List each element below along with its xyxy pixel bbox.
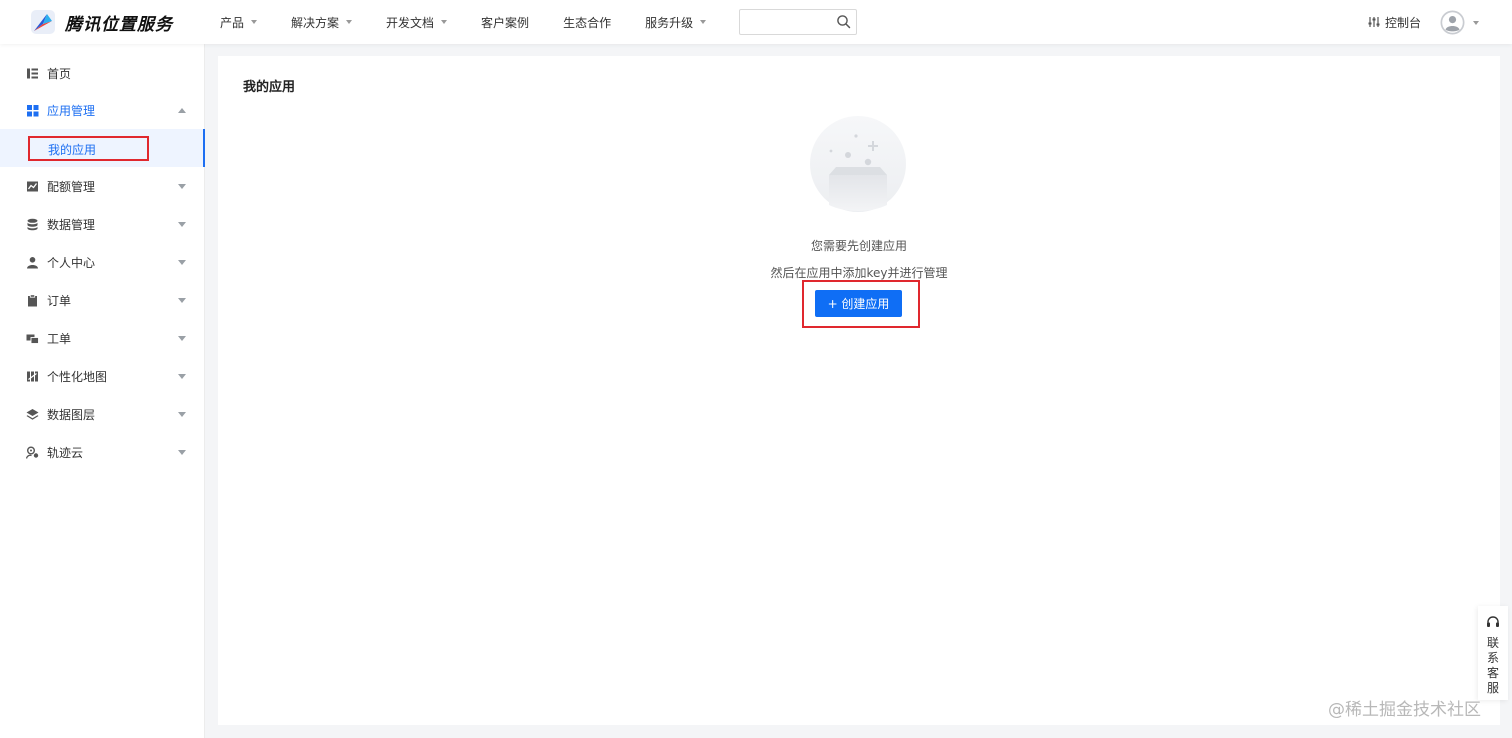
sidebar-item-label: 数据管理 (47, 217, 96, 232)
chevron-up-icon (178, 107, 186, 113)
nav-label: 客户案例 (481, 15, 530, 30)
search-box (739, 9, 857, 35)
sidebar-item-data-layers[interactable]: 数据图层 (0, 395, 205, 433)
chevron-down-icon (346, 20, 353, 24)
nav-item-solutions[interactable]: 解决方案 (291, 14, 353, 31)
sidebar-item-home[interactable]: 首页 (0, 54, 205, 92)
sidebar-item-app-management[interactable]: 应用管理 (0, 91, 205, 129)
ticket-icon (26, 334, 39, 344)
empty-state-hint: 然后在应用中添加key并进行管理 (770, 266, 948, 280)
nav-label: 产品 (220, 15, 245, 30)
sidebar-item-label: 工单 (47, 331, 72, 346)
database-icon (27, 218, 38, 230)
page-title: 我的应用 (243, 80, 296, 95)
sidebar-item-label: 首页 (47, 66, 72, 81)
chevron-down-icon (178, 373, 186, 379)
sidebar-item-label: 订单 (47, 293, 72, 308)
nav-label: 开发文档 (386, 15, 435, 30)
nav-label: 生态合作 (563, 15, 612, 30)
sidebar-item-label: 个性化地图 (47, 369, 108, 384)
chevron-down-icon (178, 411, 186, 417)
search-icon[interactable] (836, 14, 851, 29)
location-person-icon (26, 446, 39, 459)
sidebar-subitem-label: 我的应用 (48, 143, 97, 157)
headset-icon (1487, 616, 1499, 627)
layers-icon (26, 408, 39, 420)
top-navigation-bar: 腾讯位置服务 产品 解决方案 开发文档 客户案例 生态合作 服务升级 控制台 (0, 0, 1512, 44)
empty-state-message: 您需要先创建应用 (810, 239, 907, 253)
sidebar-item-track-cloud[interactable]: 轨迹云 (0, 433, 205, 471)
user-icon (27, 256, 38, 268)
sidebar-item-personal-center[interactable]: 个人中心 (0, 243, 205, 281)
console-label: 控制台 (1385, 15, 1422, 30)
sidebar-item-label: 个人中心 (47, 255, 96, 270)
watermark: @稀土掘金技术社区 (1328, 700, 1481, 720)
list-icon (27, 68, 38, 78)
contact-support-widget[interactable]: 联系客服 (1478, 606, 1508, 700)
sidebar-item-label: 配额管理 (47, 179, 96, 194)
sidebar-item-data-management[interactable]: 数据管理 (0, 205, 205, 243)
sidebar-item-tickets[interactable]: 工单 (0, 319, 205, 357)
sidebar: 首页 应用管理 我的应用 配额管理 数据管理 个人中心 订单 工单 个性化地图 … (0, 44, 205, 738)
chevron-down-icon (178, 259, 186, 265)
sliders-icon (1368, 17, 1380, 27)
grid-icon (27, 104, 39, 116)
user-menu[interactable] (1440, 10, 1479, 35)
sidebar-subitem-my-apps[interactable]: 我的应用 (0, 129, 205, 167)
sidebar-item-orders[interactable]: 订单 (0, 281, 205, 319)
sidebar-item-label: 数据图层 (47, 407, 96, 422)
contact-support-label: 联系客服 (1486, 636, 1499, 695)
chevron-down-icon (1473, 20, 1479, 25)
nav-item-cases[interactable]: 客户案例 (481, 14, 529, 31)
chevron-down-icon (251, 20, 258, 24)
chevron-down-icon (178, 449, 186, 455)
main-panel: 我的应用 您需要先创建应用 然后在应用中添加key并进行管理 + 创建应用 (218, 56, 1500, 725)
map-icon (27, 371, 38, 381)
chevron-down-icon (441, 20, 448, 24)
sidebar-item-quota[interactable]: 配额管理 (0, 167, 205, 205)
clipboard-icon (28, 293, 37, 306)
brand-logo[interactable]: 腾讯位置服务 (30, 8, 173, 36)
chevron-down-icon (178, 297, 186, 303)
chevron-down-icon (700, 20, 707, 24)
create-app-button[interactable]: + 创建应用 (815, 290, 902, 317)
nav-item-docs[interactable]: 开发文档 (386, 14, 448, 31)
nav-label: 服务升级 (645, 15, 694, 30)
nav-item-ecosystem[interactable]: 生态合作 (563, 14, 611, 31)
nav-item-products[interactable]: 产品 (220, 14, 258, 31)
sidebar-item-label: 轨迹云 (47, 445, 84, 460)
sidebar-item-custom-map[interactable]: 个性化地图 (0, 357, 205, 395)
console-link[interactable]: 控制台 (1368, 0, 1421, 44)
nav-label: 解决方案 (291, 15, 340, 30)
chevron-down-icon (178, 221, 186, 227)
chevron-down-icon (178, 183, 186, 189)
brand-name: 腾讯位置服务 (65, 14, 173, 35)
avatar-icon (1440, 10, 1465, 35)
main-nav: 产品 解决方案 开发文档 客户案例 生态合作 服务升级 (220, 0, 740, 44)
chevron-down-icon (178, 335, 186, 341)
empty-box-illustration (810, 116, 906, 212)
chart-icon (27, 181, 38, 191)
sidebar-item-label: 应用管理 (47, 103, 96, 118)
search-input[interactable] (740, 10, 832, 34)
nav-item-upgrade[interactable]: 服务升级 (645, 14, 707, 31)
tencent-map-logo-icon (31, 10, 55, 34)
